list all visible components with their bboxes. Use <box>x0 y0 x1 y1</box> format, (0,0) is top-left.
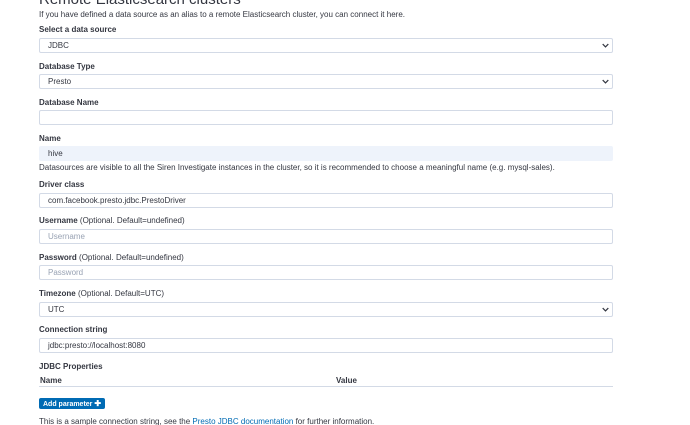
database-name-label: Database Name <box>39 98 99 107</box>
timezone-label: Timezone (Optional. Default=UTC) <box>39 289 164 298</box>
chevron-down-icon <box>602 306 609 313</box>
username-input[interactable]: Username <box>39 229 613 244</box>
column-header-name: Name <box>40 376 62 385</box>
database-type-value: Presto <box>48 77 72 86</box>
password-hint: (Optional. Default=undefined) <box>79 253 184 262</box>
footer-suffix: for further information. <box>293 417 375 425</box>
presto-jdbc-doc-link[interactable]: Presto JDBC documentation <box>192 417 293 425</box>
name-label: Name <box>39 134 61 143</box>
page-title: Remote Elasticsearch clusters <box>39 0 241 8</box>
footer-prefix: This is a sample connection string, see … <box>39 417 193 425</box>
timezone-select[interactable]: UTC <box>39 302 613 317</box>
username-label-text: Username <box>39 216 78 225</box>
database-type-label: Database Type <box>39 62 95 71</box>
connection-string-label: Connection string <box>39 325 108 334</box>
data-source-label: Select a data source <box>39 25 117 34</box>
database-name-input[interactable] <box>39 110 613 125</box>
connection-string-input[interactable]: jdbc:presto://localhost:8080 <box>39 338 613 353</box>
jdbc-properties-table-header: Name Value <box>39 375 613 387</box>
password-input[interactable]: Password <box>39 265 613 280</box>
driver-class-label: Driver class <box>39 180 85 189</box>
timezone-value: UTC <box>48 305 65 314</box>
page-subtitle: If you have defined a data source as an … <box>39 10 405 19</box>
username-label: Username (Optional. Default=undefined) <box>39 216 185 225</box>
name-input[interactable]: hive <box>39 146 613 161</box>
jdbc-properties-title: JDBC Properties <box>39 362 103 371</box>
database-type-select[interactable]: Presto <box>39 74 613 89</box>
password-label-text: Password <box>39 253 77 262</box>
column-header-value: Value <box>336 376 357 385</box>
chevron-down-icon <box>602 78 609 85</box>
username-hint: (Optional. Default=undefined) <box>79 216 185 225</box>
driver-class-input[interactable]: com.facebook.presto.jdbc.PrestoDriver <box>39 193 613 208</box>
timezone-hint: (Optional. Default=UTC) <box>77 289 165 298</box>
add-parameter-button[interactable]: Add parameter ✚ <box>39 398 106 409</box>
data-source-value: JDBC <box>48 41 69 50</box>
data-source-select[interactable]: JDBC <box>39 38 613 53</box>
connection-help-text: This is a sample connection string, see … <box>39 417 374 425</box>
timezone-label-text: Timezone <box>39 289 76 298</box>
add-parameter-label: Add parameter <box>43 401 93 408</box>
chevron-down-icon <box>602 42 609 49</box>
plus-icon: ✚ <box>94 399 102 408</box>
name-help-text: Datasources are visible to all the Siren… <box>39 163 555 172</box>
password-label: Password (Optional. Default=undefined) <box>39 253 184 262</box>
